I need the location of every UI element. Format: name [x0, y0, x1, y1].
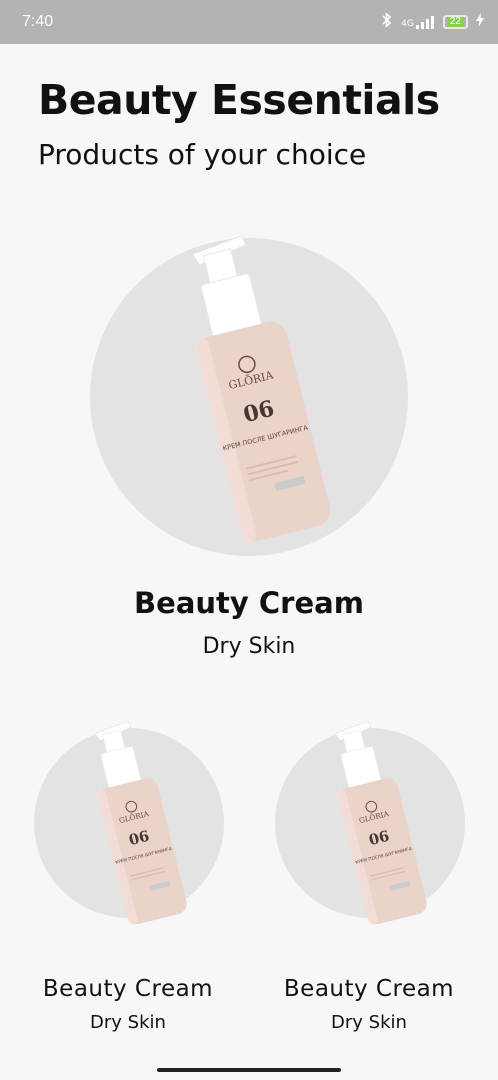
page-title: Beauty Essentials — [38, 76, 440, 124]
featured-product-image[interactable]: GLŌRIA 06 КРЕМ ПОСЛЕ ШУГАРИНГА — [140, 222, 380, 562]
status-bar: 7:40 4G 22 — [0, 0, 498, 44]
battery-level: 22 — [446, 17, 464, 27]
product-image[interactable]: GLŌRIA 06 КРЕМ ПОСЛЕ ШУГАРИНГА — [300, 712, 460, 938]
page-subtitle: Products of your choice — [38, 138, 367, 171]
signal-icon: 4G — [401, 15, 435, 29]
battery-icon: 22 — [442, 15, 468, 29]
product-type: Dry Skin — [331, 1012, 407, 1033]
product-name[interactable]: Beauty Cream — [259, 976, 479, 1002]
bluetooth-icon — [381, 12, 393, 32]
network-type: 4G — [401, 19, 414, 29]
featured-product-name[interactable]: Beauty Cream — [0, 586, 498, 620]
product-type: Dry Skin — [90, 1012, 166, 1033]
home-indicator[interactable] — [157, 1068, 341, 1072]
featured-product-type: Dry Skin — [202, 634, 296, 659]
product-name[interactable]: Beauty Cream — [18, 976, 238, 1002]
product-image[interactable]: GLŌRIA 06 КРЕМ ПОСЛЕ ШУГАРИНГА — [60, 712, 220, 938]
status-icons: 4G 22 — [381, 12, 484, 32]
status-time: 7:40 — [22, 13, 54, 30]
charging-icon — [476, 13, 484, 31]
